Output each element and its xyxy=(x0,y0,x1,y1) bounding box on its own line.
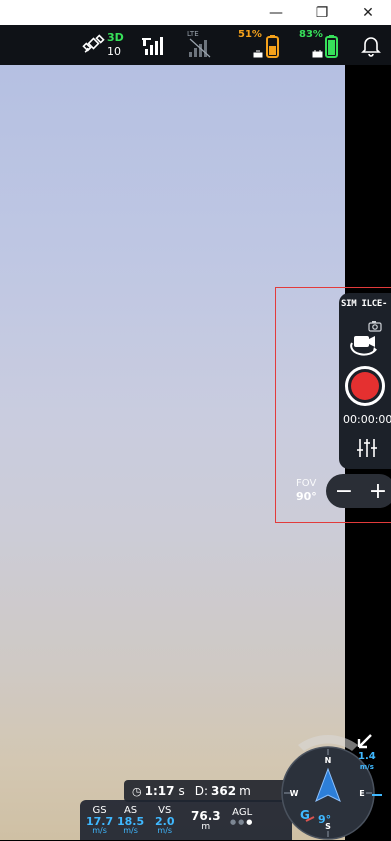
distance-label: D: xyxy=(194,784,209,798)
svg-text:W: W xyxy=(290,789,299,798)
vertical-speed: VS 2.0 m/s xyxy=(155,805,175,835)
home-direction-icon: G xyxy=(300,808,310,822)
highlight-box xyxy=(275,287,391,523)
altitude: 76.3 m xyxy=(191,810,221,832)
altitude-unit: m xyxy=(201,822,211,832)
wind-speed-value: 1.4 xyxy=(358,751,376,762)
clock-icon: ◷ xyxy=(132,784,142,798)
satellite-count: 10 xyxy=(107,45,121,58)
notification-bell-icon[interactable] xyxy=(359,33,383,57)
wind-speed-unit: m/s xyxy=(359,763,374,771)
wind-speed: 1.4 m/s xyxy=(358,752,376,772)
altitude-reference[interactable]: AGL ●●● xyxy=(230,807,254,826)
controller-battery-icon xyxy=(312,35,338,58)
rc-signal-icon xyxy=(142,37,163,55)
window-titlebar: — ❐ ✕ xyxy=(0,0,391,25)
airspeed: AS 18.5 m/s xyxy=(117,805,145,835)
distance-value: 362 xyxy=(211,784,237,798)
lte-signal-icon xyxy=(189,38,211,58)
svg-text:N: N xyxy=(325,756,332,765)
minimize-button[interactable]: — xyxy=(253,0,299,25)
flight-time-value: 1:17 xyxy=(144,784,175,798)
altitude-tape-marker xyxy=(372,794,382,796)
altitude-value: 76.3 xyxy=(191,809,221,823)
page-dots: ●●● xyxy=(230,818,255,826)
drone-battery-icon xyxy=(253,35,279,58)
svg-text:E: E xyxy=(359,789,364,798)
lte-label: LTE xyxy=(187,30,199,38)
status-bar: 3D 10 LTE 51% 83% xyxy=(0,25,391,65)
satellite-icon xyxy=(82,34,105,53)
distance-unit: m xyxy=(239,784,251,798)
heading-value: 9° xyxy=(318,813,332,826)
gps-fix-label: 3D xyxy=(107,31,124,44)
groundspeed: GS 17.7 m/s xyxy=(86,805,114,835)
restore-button[interactable]: ❐ xyxy=(299,0,345,25)
altitude-reference-label: AGL xyxy=(232,807,253,818)
flight-time-unit: s xyxy=(178,784,185,798)
close-button[interactable]: ✕ xyxy=(345,0,391,25)
flight-time-distance: ◷ 1:17 s D: 362 m xyxy=(124,780,289,802)
